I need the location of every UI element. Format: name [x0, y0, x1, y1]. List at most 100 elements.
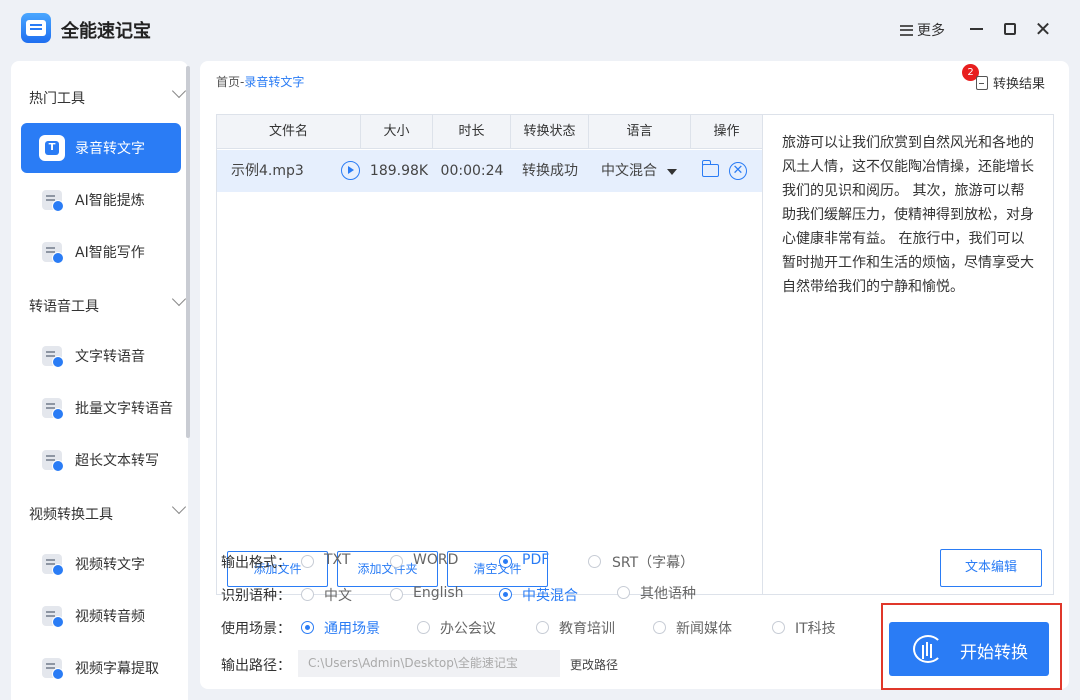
main-panel: 首页-录音转文字 2 转换结果 文件名 大小 时长 转换状态 语言 操作 示例4… [200, 61, 1069, 689]
language-select[interactable]: 中文混合 [597, 150, 661, 192]
transcript-panel: 旅游可以让我们欣赏到自然风光和各地的风土人情，这不仅能陶冶情操，还能增长我们的见… [762, 114, 1054, 595]
scene-option-label[interactable]: 教育培训 [559, 618, 615, 638]
caret-down-icon[interactable] [667, 169, 677, 175]
minimize-button[interactable] [965, 18, 987, 40]
results-label: 转换结果 [993, 77, 1046, 92]
more-label: 更多 [917, 23, 945, 39]
radio-format-txt[interactable] [301, 555, 314, 568]
radio-scene-news[interactable] [653, 621, 666, 634]
section-hot-tools[interactable]: 热门工具 [29, 83, 187, 108]
text-edit-button[interactable]: 文本编辑 [940, 549, 1042, 587]
play-icon[interactable] [341, 161, 360, 180]
sidebar-item-video-text[interactable]: 视频转文字 [21, 539, 181, 589]
breadcrumb-current: 录音转文字 [244, 75, 305, 89]
sidebar-item-label: 视频转文字 [75, 557, 145, 573]
scene-option-label[interactable]: 通用场景 [324, 618, 380, 638]
section-tts-tools[interactable]: 转语音工具 [29, 291, 187, 316]
radio-lang-english[interactable] [390, 588, 403, 601]
chevron-down-icon [171, 83, 187, 99]
sidebar-item-tts[interactable]: 文字转语音 [21, 331, 181, 381]
sidebar-item-video-audio[interactable]: 视频转音频 [21, 591, 181, 641]
breadcrumb: 首页-录音转文字 [216, 73, 304, 90]
transcript-text[interactable]: 旅游可以让我们欣赏到自然风光和各地的风土人情，这不仅能陶冶情操，还能增长我们的见… [782, 131, 1038, 299]
language-option-label[interactable]: 中文 [324, 585, 352, 605]
section-video-tools[interactable]: 视频转换工具 [29, 499, 187, 524]
radio-lang-chinese[interactable] [301, 588, 314, 601]
format-option-label[interactable]: SRT（字幕） [612, 552, 694, 572]
table-header: 文件名 大小 时长 转换状态 语言 操作 [217, 115, 762, 149]
table-row[interactable]: 示例4.mp3 189.98K 00:00:24 转换成功 中文混合 ✕ [217, 150, 762, 192]
sidebar-item-batch-tts[interactable]: 批量文字转语音 [21, 383, 181, 433]
ai-extract-icon [41, 189, 64, 212]
sidebar-item-label: 视频字幕提取 [75, 661, 159, 677]
sidebar-item-transcribe[interactable]: T 录音转文字 [21, 123, 181, 173]
sidebar-scrollbar[interactable] [186, 66, 190, 438]
start-conversion-button[interactable]: 开始转换 [889, 622, 1049, 676]
title-bar: 全能速记宝 更多 ✕ [0, 0, 1080, 60]
sidebar-item-label: AI智能提炼 [75, 193, 145, 209]
video-text-icon [41, 553, 64, 576]
language-option-label[interactable]: 其他语种 [640, 583, 696, 603]
column-header: 文件名 [217, 115, 361, 149]
sidebar-item-long-text[interactable]: 超长文本转写 [21, 435, 181, 485]
radio-format-srt[interactable] [588, 555, 601, 568]
scene-option-label[interactable]: 办公会议 [440, 618, 496, 638]
language-option-label[interactable]: English [413, 585, 464, 601]
ai-write-icon [41, 241, 64, 264]
sidebar-item-label: AI智能写作 [75, 245, 145, 261]
radio-scene-education[interactable] [536, 621, 549, 634]
output-format-row: 输出格式： TXT WORD PDF SRT（字幕） [221, 552, 861, 572]
file-list-panel: 文件名 大小 时长 转换状态 语言 操作 示例4.mp3 189.98K 00:… [216, 114, 763, 595]
radio-scene-office[interactable] [417, 621, 430, 634]
change-path-link[interactable]: 更改路径 [570, 656, 618, 673]
scene-option-label[interactable]: IT科技 [795, 618, 836, 638]
scene-option-label[interactable]: 新闻媒体 [676, 618, 732, 638]
open-folder-icon[interactable] [701, 160, 719, 177]
sidebar-item-ai-write[interactable]: AI智能写作 [21, 227, 181, 277]
radio-lang-mixed[interactable] [499, 588, 512, 601]
radio-format-word[interactable] [390, 555, 403, 568]
conversion-status: 转换成功 [522, 163, 578, 179]
minimize-icon [969, 28, 983, 30]
recognition-language-label: 识别语种： [221, 588, 291, 604]
audio-wave-icon [913, 635, 943, 663]
column-header: 操作 [713, 124, 740, 139]
sidebar-item-label: 录音转文字 [75, 141, 145, 157]
conversion-results-link[interactable]: 转换结果 [976, 73, 1045, 92]
sidebar-item-label: 超长文本转写 [75, 453, 159, 469]
format-option-label[interactable]: WORD [413, 552, 458, 568]
sidebar: 热门工具 T 录音转文字 AI智能提炼 AI智能写作 转语音工具 文字转语音 批… [11, 61, 188, 700]
more-menu-button[interactable]: 更多 [900, 20, 945, 40]
output-path-field[interactable] [298, 650, 560, 677]
format-option-label[interactable]: TXT [324, 552, 350, 568]
file-duration: 00:00:24 [440, 163, 504, 179]
menu-icon [900, 24, 913, 36]
language-option-label[interactable]: 中英混合 [522, 585, 578, 605]
section-label: 热门工具 [29, 91, 85, 107]
radio-format-pdf[interactable] [499, 555, 512, 568]
sidebar-item-ai-extract[interactable]: AI智能提炼 [21, 175, 181, 225]
close-icon: ✕ [1034, 17, 1052, 41]
subtitle-icon [41, 657, 64, 680]
sidebar-item-subtitle[interactable]: 视频字幕提取 [21, 643, 181, 693]
usage-scene-label: 使用场景： [221, 621, 291, 637]
section-label: 视频转换工具 [29, 507, 113, 523]
radio-lang-other[interactable] [617, 586, 630, 599]
maximize-icon [1004, 23, 1016, 35]
section-label: 转语音工具 [29, 299, 99, 315]
maximize-button[interactable] [999, 18, 1021, 40]
document-icon [976, 75, 988, 90]
breadcrumb-home[interactable]: 首页 [216, 75, 240, 89]
file-name: 示例4.mp3 [231, 163, 304, 179]
tts-icon [41, 345, 64, 368]
long-text-icon [41, 449, 64, 472]
radio-scene-general[interactable] [301, 621, 314, 634]
column-header: 时长 [433, 115, 511, 149]
usage-scene-row: 使用场景： 通用场景 办公会议 教育培训 新闻媒体 IT科技 [221, 618, 861, 638]
close-window-button[interactable]: ✕ [1032, 18, 1054, 40]
radio-scene-it[interactable] [772, 621, 785, 634]
app-logo-icon [21, 13, 51, 43]
delete-icon[interactable]: ✕ [729, 162, 747, 180]
format-option-label[interactable]: PDF [522, 552, 549, 568]
start-button-label: 开始转换 [960, 643, 1028, 663]
